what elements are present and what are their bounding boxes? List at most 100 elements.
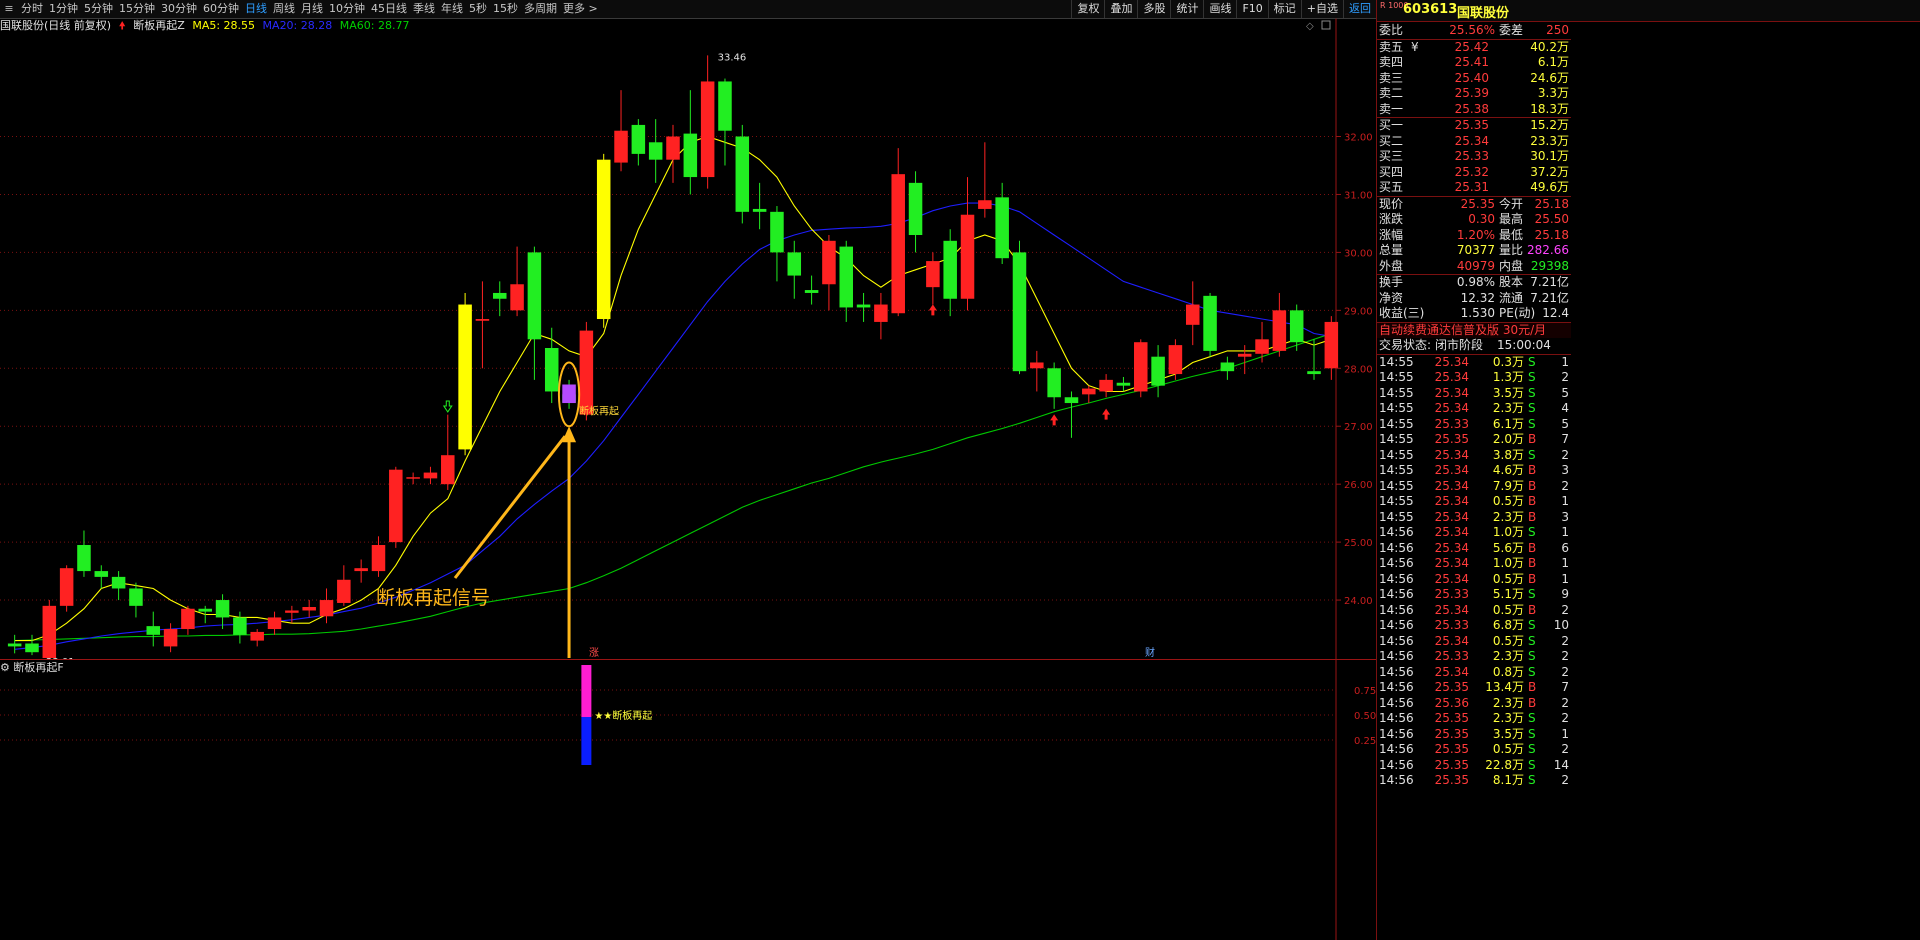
- tick-count: 1: [1561, 494, 1569, 508]
- period-tabs: ≡ 分时 1分钟 5分钟 15分钟 30分钟 60分钟 日线 周线 月线 10分钟 45日线 季线 年线…: [0, 0, 601, 18]
- candle: [94, 571, 109, 577]
- candle: [285, 610, 299, 613]
- candlestick-chart[interactable]: 24.00 25.00 26.00 27.00 28.00 29.00 30.00 31.00…: [0, 18, 1376, 659]
- tool-button[interactable]: 统计: [1170, 0, 1203, 18]
- candle: [1168, 345, 1183, 375]
- tick-time: 14:56: [1379, 757, 1414, 772]
- bid-row: 买一 25.35 15.2万: [1377, 118, 1571, 133]
- tool-button[interactable]: +自选: [1300, 0, 1343, 18]
- tick-price: 25.33: [1434, 649, 1469, 663]
- indicator-chart[interactable]: 0.25 0.50 0.75 ★★断板再起: [0, 660, 1376, 940]
- candle: [1030, 362, 1044, 369]
- candle: [1203, 295, 1217, 351]
- tool-button[interactable]: F10: [1236, 0, 1267, 18]
- tick-side: S: [1528, 370, 1536, 384]
- tick-volume: 0.5万: [1492, 571, 1524, 586]
- period-tab[interactable]: 60分钟: [200, 0, 242, 18]
- indicator-grid: 0.25 0.50 0.75: [0, 660, 1376, 940]
- ad-banner[interactable]: 自动续费通达信普及版 30元/月: [1379, 323, 1546, 338]
- tick-time: 14:55: [1379, 463, 1414, 477]
- menu-icon[interactable]: ≡: [0, 0, 18, 18]
- tick-time: 14:56: [1379, 726, 1414, 741]
- tick-side: S: [1528, 447, 1536, 462]
- tick-row: 14:56 25.33 6.8万 S 10: [1377, 618, 1571, 633]
- candle: [978, 200, 992, 209]
- tick-count: 2: [1561, 447, 1569, 462]
- tick-row: 14:56 25.34 0.8万 S 2: [1377, 665, 1571, 680]
- candle: [59, 568, 74, 606]
- period-tab[interactable]: 1分钟: [46, 0, 81, 18]
- period-tab[interactable]: 10分钟: [326, 0, 368, 18]
- candle: [510, 284, 524, 311]
- tick-count: 2: [1561, 742, 1569, 756]
- candle: [406, 477, 420, 479]
- tool-button[interactable]: 多股: [1137, 0, 1170, 18]
- tick-side: S: [1528, 587, 1536, 601]
- candle: [215, 600, 230, 618]
- tick-count: 2: [1561, 370, 1569, 384]
- period-tab[interactable]: 季线: [410, 0, 438, 18]
- y-tick-label: 25.00: [1344, 538, 1373, 549]
- tick-time: 14:56: [1379, 571, 1414, 586]
- tick-side: B: [1528, 602, 1537, 617]
- period-tab[interactable]: 30分钟: [158, 0, 200, 18]
- period-tab[interactable]: 更多 >: [560, 0, 601, 18]
- tool-button[interactable]: 叠加: [1104, 0, 1137, 18]
- tool-button[interactable]: 复权: [1071, 0, 1104, 18]
- period-tab[interactable]: 日线: [242, 0, 270, 18]
- stat-row: 换手 0.98% 股本 7.21亿: [1377, 275, 1571, 290]
- tick-row: 14:56 25.34 1.0万 B 1: [1377, 556, 1571, 571]
- period-tab[interactable]: 年线: [438, 0, 466, 18]
- period-tab[interactable]: 5分钟: [81, 0, 116, 18]
- tool-button[interactable]: 画线: [1203, 0, 1236, 18]
- tick-price: 25.34: [1434, 556, 1469, 570]
- period-tab[interactable]: 15分钟: [116, 0, 158, 18]
- tick-volume: 5.1万: [1492, 587, 1524, 601]
- ask-volume: 3.3万: [1537, 86, 1569, 100]
- period-tab[interactable]: 周线: [270, 0, 298, 18]
- tick-volume: 1.0万: [1492, 556, 1524, 570]
- stat-value: 70377: [1456, 243, 1495, 257]
- tick-side: S: [1528, 385, 1536, 400]
- period-tab[interactable]: 多周期: [521, 0, 560, 18]
- tick-count: 14: [1553, 757, 1569, 772]
- period-tab[interactable]: 分时: [18, 0, 46, 18]
- tick-side: S: [1528, 618, 1536, 632]
- candle: [302, 607, 316, 611]
- candle: [371, 545, 386, 572]
- tool-button[interactable]: 返回: [1343, 0, 1376, 18]
- period-tab[interactable]: 月线: [298, 0, 326, 18]
- y-tick-label: 32.00: [1344, 133, 1373, 144]
- tick-price: 25.34: [1434, 463, 1469, 477]
- bid-label: 买五: [1379, 180, 1404, 194]
- bid-price: 25.31: [1454, 180, 1489, 194]
- tick-side: S: [1528, 773, 1536, 787]
- tool-button[interactable]: 标记: [1267, 0, 1301, 18]
- settings-icon[interactable]: ⚙: [0, 661, 10, 674]
- tick-price: 25.35: [1434, 757, 1469, 772]
- candle: [822, 240, 836, 285]
- tick-time: 14:56: [1379, 649, 1414, 663]
- stock-name[interactable]: 国联股份: [1457, 2, 1509, 21]
- stat-label: 收益(三): [1379, 306, 1425, 320]
- tick-count: 7: [1561, 432, 1569, 446]
- stat-label: 股本: [1499, 275, 1524, 289]
- candle: [1289, 310, 1304, 343]
- tick-price: 25.33: [1434, 587, 1469, 601]
- tick-volume: 7.9万: [1492, 478, 1524, 493]
- stat-label: PE(动): [1499, 306, 1536, 320]
- tick-side: S: [1528, 525, 1536, 539]
- y-tick-label: 29.00: [1344, 306, 1373, 317]
- stat-value: 7.21亿: [1530, 290, 1569, 305]
- tick-side: B: [1528, 509, 1537, 524]
- period-tab[interactable]: 15秒: [490, 0, 521, 18]
- tick-price: 25.35: [1434, 711, 1469, 725]
- tick-count: 2: [1561, 711, 1569, 725]
- candle: [1151, 356, 1165, 386]
- period-tab[interactable]: 5秒: [466, 0, 490, 18]
- candle: [666, 136, 680, 160]
- tick-row: 14:55 25.34 0.5万 B 1: [1377, 494, 1571, 509]
- stat-label: 涨幅: [1379, 227, 1404, 242]
- period-tab[interactable]: 45日线: [368, 0, 410, 18]
- stat-label: 换手: [1379, 275, 1404, 289]
